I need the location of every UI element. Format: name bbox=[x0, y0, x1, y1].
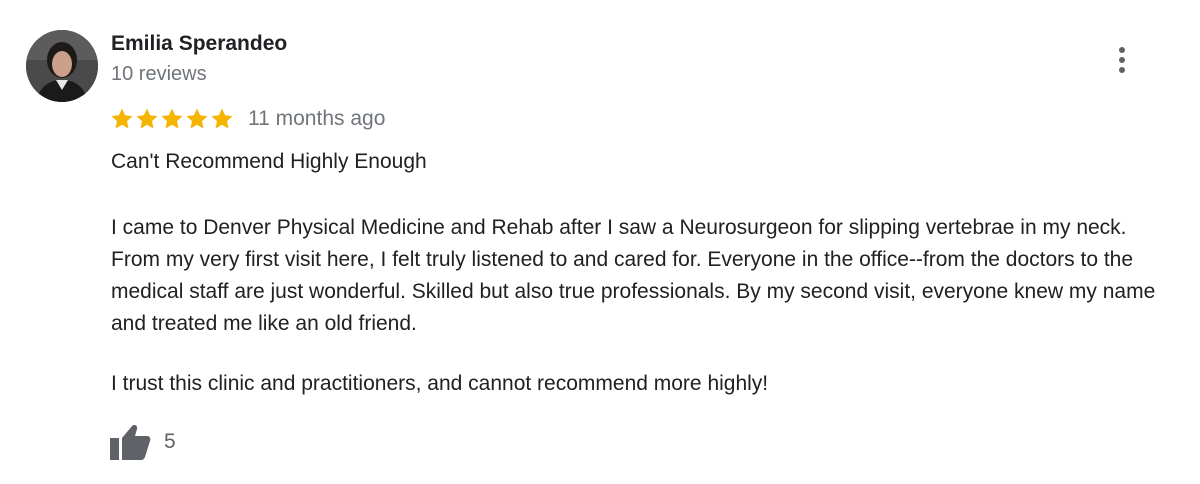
star-icon bbox=[161, 108, 183, 129]
rating-row: 11 months ago bbox=[110, 104, 385, 134]
avatar[interactable] bbox=[26, 30, 98, 102]
star-icon bbox=[186, 108, 208, 129]
review-date: 11 months ago bbox=[248, 107, 386, 130]
more-vert-icon-dot bbox=[1119, 67, 1125, 73]
star-rating bbox=[110, 107, 234, 131]
review-card: Emilia Sperandeo 10 reviews 11 months ag… bbox=[0, 0, 1200, 484]
star-icon bbox=[211, 108, 233, 129]
more-options-button[interactable] bbox=[1108, 42, 1136, 78]
more-vert-icon bbox=[1119, 47, 1125, 53]
star-icon bbox=[111, 108, 133, 129]
reviewer-name[interactable]: Emilia Sperandeo bbox=[111, 32, 287, 56]
more-vert-icon-dot bbox=[1119, 57, 1125, 63]
like-count: 5 bbox=[164, 430, 176, 453]
like-button[interactable]: 5 bbox=[108, 422, 176, 462]
star-icon bbox=[136, 108, 158, 129]
review-closing: I trust this clinic and practitioners, a… bbox=[111, 372, 769, 395]
thumbs-up-icon bbox=[110, 425, 151, 460]
avatar-image bbox=[26, 30, 98, 102]
review-title: Can't Recommend Highly Enough bbox=[111, 150, 427, 173]
review-body: I came to Denver Physical Medicine and R… bbox=[111, 216, 1156, 335]
reviewer-review-count[interactable]: 10 reviews bbox=[111, 63, 207, 86]
